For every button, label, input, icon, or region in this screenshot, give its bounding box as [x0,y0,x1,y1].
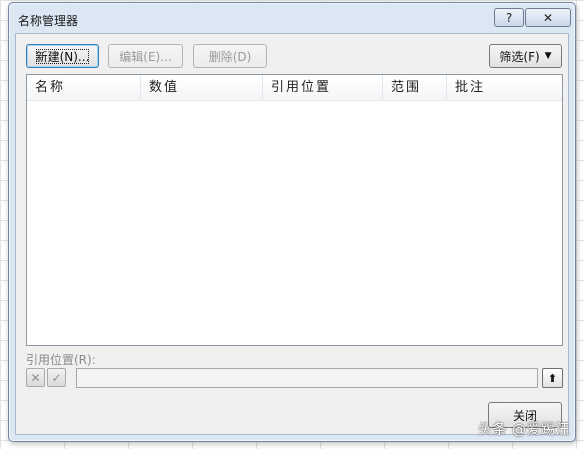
confirm-reference-button[interactable]: ✓ [47,368,66,387]
close-window-button[interactable]: ✕ [525,8,571,27]
refers-to-label: 引用位置(R): [26,353,96,367]
collapse-dialog-button[interactable]: ⬆ [542,368,563,388]
new-button-label: 新建(N)... [33,46,93,67]
new-button[interactable]: 新建(N)... [26,44,99,68]
filter-button[interactable]: 筛选(F) ▼ [489,44,562,68]
dialog-body: 新建(N)... 编辑(E)... 删除(D) 筛选(F) ▼ 名称 数值 引用… [15,33,569,435]
title-bar[interactable]: 名称管理器 ? ✕ [9,3,575,33]
column-header-comment[interactable]: 批注 [447,75,562,100]
filter-label: 筛选(F) [499,49,540,64]
name-manager-dialog: 名称管理器 ? ✕ 新建(N)... 编辑(E)... 删除(D) 筛选(F) … [8,2,576,442]
column-header-scope[interactable]: 范围 [383,75,447,100]
cancel-icon: ✕ [30,370,41,385]
column-header-refers-to[interactable]: 引用位置 [263,75,383,100]
edit-button[interactable]: 编辑(E)... [108,44,183,68]
dialog-title: 名称管理器 [18,14,79,28]
upload-arrow-icon: ⬆ [547,371,558,385]
delete-button[interactable]: 删除(D) [193,44,267,68]
help-button[interactable]: ? [494,8,524,27]
names-list[interactable]: 名称 数值 引用位置 范围 批注 [26,74,563,346]
refers-to-input[interactable] [76,368,538,388]
check-icon: ✓ [51,370,62,385]
watermark: 头条 @爱踢汪 [478,422,570,438]
cancel-reference-button[interactable]: ✕ [26,368,45,387]
close-icon: ✕ [542,10,554,25]
column-header-name[interactable]: 名称 [27,75,141,100]
dropdown-arrow-icon: ▼ [544,51,552,61]
list-header: 名称 数值 引用位置 范围 批注 [27,75,562,101]
column-header-value[interactable]: 数值 [141,75,263,100]
